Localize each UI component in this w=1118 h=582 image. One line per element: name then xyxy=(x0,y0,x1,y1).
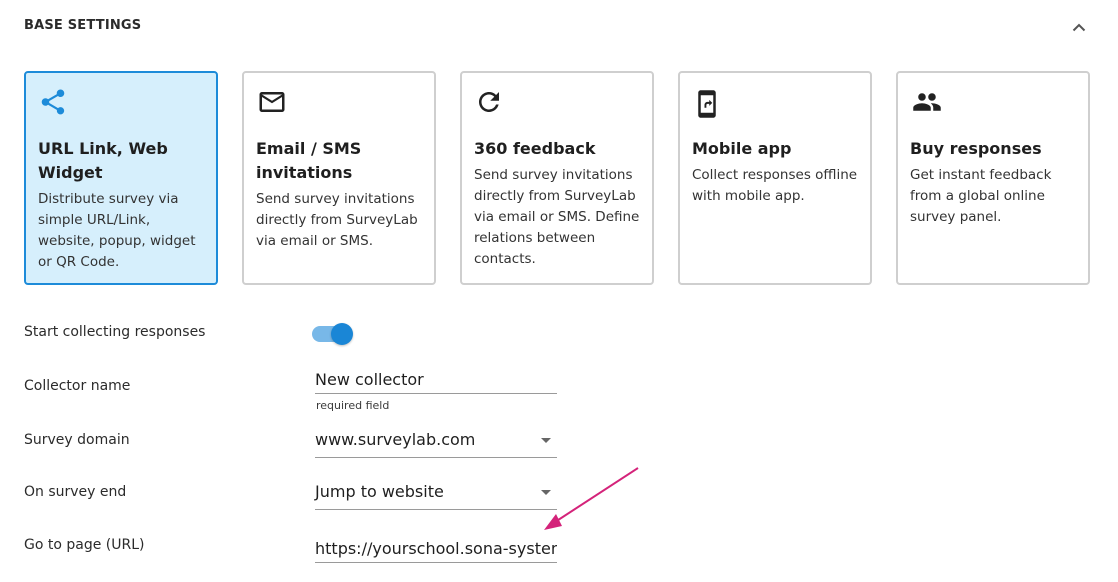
card-description: Collect responses offline with mobile ap… xyxy=(692,167,858,204)
card-buy-responses[interactable]: Buy responses Get instant feedback from … xyxy=(896,71,1090,285)
card-title: URL Link, Web Widget xyxy=(38,139,168,182)
survey-domain-label: Survey domain xyxy=(24,432,130,448)
card-description: Distribute survey via simple URL/Link, w… xyxy=(38,191,196,270)
chevron-up-icon xyxy=(1072,23,1086,31)
card-360-feedback[interactable]: 360 feedback Send survey invitations dir… xyxy=(460,71,654,285)
start-collecting-toggle[interactable] xyxy=(312,322,354,346)
on-survey-end-select[interactable]: Jump to website xyxy=(315,480,557,510)
collector-name-input[interactable] xyxy=(315,366,557,394)
card-title: Mobile app xyxy=(692,139,792,158)
survey-domain-select[interactable]: www.surveylab.com xyxy=(315,428,557,458)
start-collecting-label: Start collecting responses xyxy=(24,324,206,340)
collector-name-label: Collector name xyxy=(24,378,131,394)
on-survey-end-value: Jump to website xyxy=(315,482,444,501)
section-title: BASE SETTINGS xyxy=(24,18,142,33)
share-icon xyxy=(38,87,72,121)
card-description: Send survey invitations directly from Su… xyxy=(256,191,418,249)
card-title: 360 feedback xyxy=(474,139,596,158)
collector-name-helper: required field xyxy=(316,399,390,412)
base-settings-panel: BASE SETTINGS URL Link, Web Widget Distr… xyxy=(0,0,1118,582)
dropdown-caret-icon xyxy=(541,438,551,443)
card-description: Send survey invitations directly from Su… xyxy=(474,167,640,267)
on-survey-end-label: On survey end xyxy=(24,484,127,500)
dropdown-caret-icon xyxy=(541,490,551,495)
people-icon xyxy=(910,87,944,121)
mail-icon xyxy=(256,87,290,121)
card-url-link[interactable]: URL Link, Web Widget Distribute survey v… xyxy=(24,71,218,285)
go-to-page-label: Go to page (URL) xyxy=(24,537,145,553)
card-email-sms[interactable]: Email / SMS invitations Send survey invi… xyxy=(242,71,436,285)
card-description: Get instant feedback from a global onlin… xyxy=(910,167,1052,225)
card-title: Buy responses xyxy=(910,139,1042,158)
card-title: Email / SMS invitations xyxy=(256,139,362,182)
toggle-knob xyxy=(331,323,353,345)
survey-domain-value: www.surveylab.com xyxy=(315,430,476,449)
refresh-icon xyxy=(474,87,508,121)
card-mobile-app[interactable]: Mobile app Collect responses offline wit… xyxy=(678,71,872,285)
collapse-button[interactable] xyxy=(1068,16,1090,38)
mobile-icon xyxy=(692,87,726,121)
go-to-page-url-input[interactable] xyxy=(315,535,557,563)
